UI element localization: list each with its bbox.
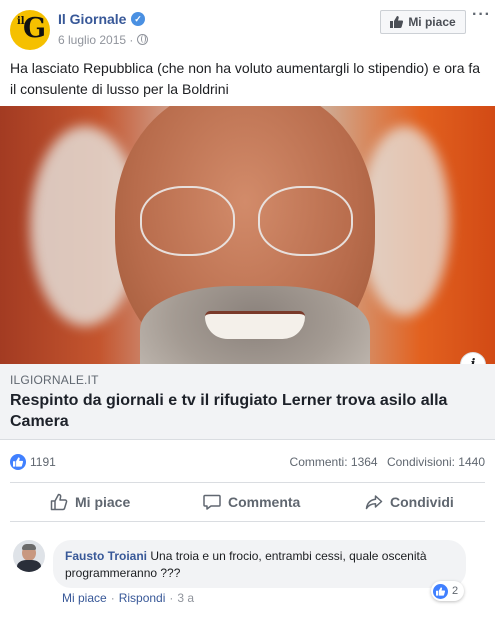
comment-time[interactable]: 3 a — [177, 591, 194, 605]
comment-bubble: Fausto Troiani Una troia e un frocio, en… — [53, 540, 466, 588]
like-reaction-icon[interactable] — [10, 454, 26, 470]
post-date-text: 6 luglio 2015 — [58, 33, 127, 47]
comment-author-link[interactable]: Fausto Troiani — [65, 549, 147, 563]
thumbs-up-icon — [390, 16, 404, 28]
comment-actions: Mi piace · Rispondi · 3 a — [62, 591, 194, 605]
globe-icon — [137, 34, 148, 45]
date-separator: · — [129, 33, 134, 47]
page-name-link[interactable]: Il Giornale — [58, 11, 126, 27]
share-arrow-icon — [365, 495, 383, 510]
avatar-hair — [22, 544, 36, 550]
like-label: Mi piace — [75, 494, 131, 510]
shares-count-link[interactable]: Condivisioni: 1440 — [387, 455, 485, 469]
comment-separator-2: · — [169, 591, 174, 605]
comment-reply-link[interactable]: Rispondi — [119, 591, 166, 605]
like-count[interactable]: 1191 — [30, 455, 56, 469]
photo-glasses-left — [140, 186, 235, 256]
photo-smile — [205, 311, 305, 339]
comment-button[interactable]: Commenta — [203, 483, 300, 521]
post-header: il G Il Giornale ✓ 6 luglio 2015 · Mi pi… — [0, 0, 495, 56]
action-bar: Mi piace Commenta Condividi — [10, 482, 485, 522]
comment-like-link[interactable]: Mi piace — [62, 591, 107, 605]
avatar-body — [17, 560, 41, 572]
comment-reaction-number: 2 — [452, 585, 459, 597]
share-button[interactable]: Condividi — [365, 483, 454, 521]
logo-large-text: G — [23, 13, 47, 44]
share-label: Condividi — [390, 494, 454, 510]
comments-count-link[interactable]: Commenti: 1364 — [290, 455, 378, 469]
comment-reaction-count[interactable]: 2 — [431, 581, 465, 601]
post-message: Ha lasciato Repubblica (che non ha volut… — [10, 60, 481, 97]
comment-separator-1: · — [110, 591, 115, 605]
comment-bubble-icon — [203, 494, 221, 510]
more-options-icon[interactable]: ··· — [472, 7, 490, 26]
link-domain: ILGIORNALE.IT — [10, 373, 99, 387]
commenter-avatar[interactable] — [13, 540, 45, 572]
post-date-link[interactable]: 6 luglio 2015 · — [58, 33, 133, 47]
like-page-button[interactable]: Mi piace — [380, 10, 466, 34]
link-preview-box[interactable]: ILGIORNALE.IT Respinto da giornali e tv … — [0, 364, 495, 440]
photo-glasses-right — [258, 186, 353, 256]
comment-like-icon — [433, 583, 448, 599]
comment-label: Commenta — [228, 494, 301, 510]
like-button[interactable]: Mi piace — [50, 483, 130, 521]
reaction-stats: 1191 Commenti: 1364 Condivisioni: 1440 — [0, 448, 495, 476]
comment-share-counts: Commenti: 1364 Condivisioni: 1440 — [290, 455, 485, 469]
link-title: Respinto da giornali e tv il rifugiato L… — [10, 392, 448, 430]
link-preview-image[interactable] — [0, 106, 495, 364]
like-page-label: Mi piace — [408, 15, 456, 29]
verified-badge-icon: ✓ — [131, 12, 145, 26]
thumbs-up-outline-icon — [50, 493, 68, 511]
page-avatar[interactable]: il G — [10, 10, 50, 50]
